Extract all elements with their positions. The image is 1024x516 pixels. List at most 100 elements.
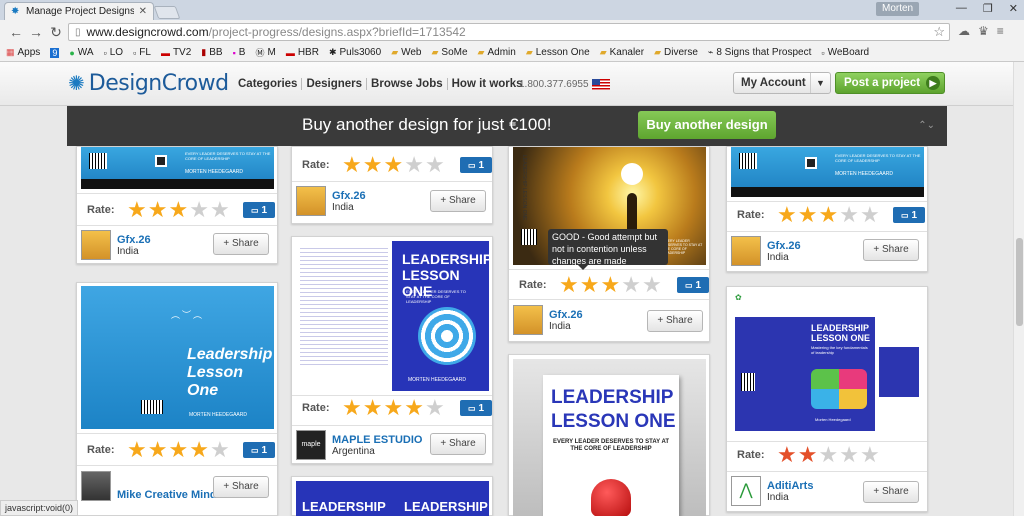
minimize-icon[interactable]: — (956, 2, 967, 15)
design-thumbnail[interactable]: LEADERSHIP LESSON ONE EVERY LEADER DESER… (296, 241, 489, 391)
star-empty-icon[interactable]: ★ (860, 444, 880, 466)
bookmark-item[interactable]: ▫ WeBoard (821, 47, 869, 58)
design-card[interactable]: LEADERSHIP LESSON ONE EVERY LEADER DESER… (508, 354, 710, 516)
star-empty-icon[interactable]: ★ (404, 154, 424, 176)
close-window-icon[interactable]: ✕ (1009, 2, 1018, 15)
star-empty-icon[interactable]: ★ (425, 154, 445, 176)
design-card[interactable]: EVERY LEADER DESERVES TO STAY AT THE COR… (76, 146, 278, 264)
star-rating[interactable]: ★ ★ ★ ★ ★ (127, 439, 230, 461)
design-card[interactable]: ✿ LEADERSHIP LESSON ONE Mastering the ke… (726, 286, 928, 512)
bookmark-item[interactable]: ▬ HBR (286, 47, 319, 58)
star-empty-icon[interactable]: ★ (839, 204, 859, 226)
star-filled-icon[interactable]: ★ (342, 154, 362, 176)
star-empty-icon[interactable]: ★ (839, 444, 859, 466)
bookmark-folder[interactable]: ▰ Lesson One (526, 47, 590, 58)
design-thumbnail[interactable]: LEADERSHIP LEADERSHIP (296, 481, 489, 516)
star-filled-icon[interactable]: ★ (148, 439, 168, 461)
designer-name[interactable]: Gfx.26 (332, 190, 366, 202)
bookmark-folder[interactable]: ▰ Admin (478, 47, 516, 58)
designer-name[interactable]: AditiArts (767, 480, 813, 492)
star-filled-icon[interactable]: ★ (777, 444, 797, 466)
designer-name[interactable]: Gfx.26 (117, 234, 151, 246)
star-filled-icon[interactable]: ★ (777, 204, 797, 226)
designer-name[interactable]: MAPLE ESTUDIO (332, 434, 422, 446)
star-empty-icon[interactable]: ★ (189, 199, 209, 221)
maple-logo-avatar[interactable]: maple (296, 430, 326, 460)
crown-icon[interactable]: ♛ (978, 24, 989, 38)
bookmark-folder[interactable]: ▰ SoMe (432, 47, 468, 58)
share-button[interactable]: + Share (213, 233, 269, 255)
comment-count-badge[interactable]: ▭ 1 (460, 400, 492, 416)
forward-arrow-icon[interactable]: → (26, 24, 46, 40)
avatar[interactable]: ⋀ (731, 476, 761, 506)
designer-name[interactable]: Mike Creative Mind (117, 489, 217, 501)
avatar[interactable] (513, 305, 543, 335)
designer-name[interactable]: Gfx.26 (767, 240, 801, 252)
star-filled-icon[interactable]: ★ (404, 397, 424, 419)
comment-count-badge[interactable]: ▭ 1 (243, 202, 275, 218)
designcrowd-logo[interactable]: ✺ DesignCrowd (68, 71, 229, 96)
star-filled-icon[interactable]: ★ (189, 439, 209, 461)
star-filled-icon[interactable]: ★ (383, 397, 403, 419)
star-empty-icon[interactable]: ★ (860, 204, 880, 226)
avatar[interactable] (81, 471, 111, 501)
nav-designers[interactable]: Designers (302, 78, 368, 90)
star-filled-icon[interactable]: ★ (580, 274, 600, 296)
share-button[interactable]: + Share (863, 481, 919, 503)
nav-categories[interactable]: Categories (234, 78, 303, 90)
designer-name[interactable]: Gfx.26 (549, 309, 583, 321)
back-arrow-icon[interactable]: ← (6, 24, 26, 40)
design-card[interactable]: EVERY LEADER DESERVES TO STAY AT THE COR… (726, 146, 928, 272)
star-empty-icon[interactable]: ★ (425, 397, 445, 419)
my-account-button[interactable]: My Account ▼ (733, 72, 831, 94)
restore-icon[interactable]: ❐ (983, 2, 993, 15)
design-card[interactable]: LEADERSHIP LESSON ONE EVERY LEADER DESER… (291, 236, 493, 464)
post-project-button[interactable]: Post a project ▶ (835, 72, 945, 94)
star-filled-icon[interactable]: ★ (798, 204, 818, 226)
star-filled-icon[interactable]: ★ (383, 154, 403, 176)
star-filled-icon[interactable]: ★ (148, 199, 168, 221)
browser-tab[interactable]: ✸ Manage Project Designs | ✕ (4, 2, 154, 20)
bookmark-folder[interactable]: ▰ Web (391, 47, 421, 58)
share-button[interactable]: + Share (647, 310, 703, 332)
design-thumbnail[interactable]: ︵︶︵ Leadership Lesson One MORTEN HEEDEGA… (81, 286, 274, 429)
star-rating[interactable]: ★ ★ ★ ★ ★ (342, 397, 445, 419)
share-button[interactable]: + Share (430, 190, 486, 212)
star-empty-icon[interactable]: ★ (642, 274, 662, 296)
profile-name[interactable]: Morten (876, 2, 920, 16)
reload-icon[interactable]: ↻ (46, 24, 66, 41)
share-button[interactable]: + Share (430, 433, 486, 455)
bookmark-item[interactable]: ● WA (69, 47, 93, 58)
star-rating[interactable]: ★ ★ ★ ★ ★ (777, 444, 880, 466)
comment-count-badge[interactable]: ▭ 1 (677, 277, 709, 293)
extension-icon[interactable]: ☁ (958, 24, 970, 38)
bookmark-folder[interactable]: ▰ Kanaler (600, 47, 644, 58)
avatar[interactable] (296, 186, 326, 216)
star-filled-icon[interactable]: ★ (363, 154, 383, 176)
star-filled-icon[interactable]: ★ (168, 439, 188, 461)
design-card[interactable]: ︵︶︵ Leadership Lesson One MORTEN HEEDEGA… (76, 282, 278, 516)
bookmark-item[interactable]: ▮ BB (201, 47, 222, 58)
bookmark-item[interactable]: ▫ FL (133, 47, 151, 58)
bookmark-item[interactable]: ⌁ 8 Signs that Prospect (708, 47, 811, 58)
comment-count-badge[interactable]: ▭ 1 (460, 157, 492, 173)
star-filled-icon[interactable]: ★ (127, 199, 147, 221)
star-rating[interactable]: ★ ★ ★ ★ ★ (559, 274, 662, 296)
star-rating[interactable]: ★ ★ ★ ★ ★ (777, 204, 880, 226)
chevron-down-icon[interactable]: ▼ (810, 73, 830, 93)
bookmark-folder[interactable]: ▰ Diverse (654, 47, 698, 58)
avatar[interactable] (731, 236, 761, 266)
star-filled-icon[interactable]: ★ (818, 204, 838, 226)
star-filled-icon[interactable]: ★ (342, 397, 362, 419)
menu-icon[interactable]: ≡ (997, 24, 1004, 38)
design-thumbnail[interactable]: ✿ LEADERSHIP LESSON ONE Mastering the ke… (731, 291, 924, 437)
address-bar[interactable]: ▯ www.designcrowd.com /project-progress/… (68, 23, 950, 41)
bookmark-item[interactable]: ▫ LO (104, 47, 124, 58)
design-card[interactable]: Rate: ★ ★ ★ ★ ★ ▭ 1 Gfx.26 India + Share (291, 146, 493, 224)
us-flag-icon[interactable] (592, 79, 610, 90)
bookmark-item[interactable]: ▦ Apps (6, 47, 40, 58)
design-thumbnail[interactable]: LEADERSHIP LESSON ONE EVERY LEADER DESER… (513, 359, 706, 516)
bookmark-item[interactable]: ▬ TV2 (161, 47, 191, 58)
share-button[interactable]: + Share (863, 239, 919, 261)
avatar[interactable] (81, 230, 111, 260)
